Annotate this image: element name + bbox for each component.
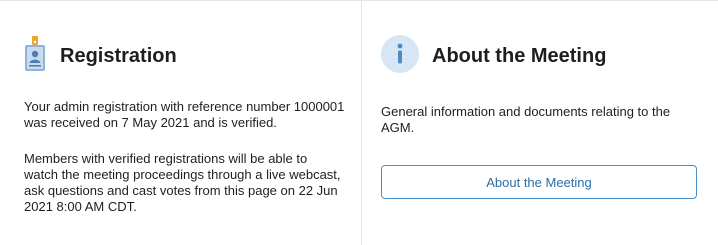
panel-divider	[361, 0, 362, 245]
about-meeting-header: About the Meeting	[381, 34, 607, 78]
id-badge-icon	[24, 35, 46, 77]
webcast-info-text: Members with verified registrations will…	[24, 151, 341, 214]
about-meeting-button[interactable]: About the Meeting	[381, 165, 697, 199]
about-meeting-description: General information and documents relati…	[381, 104, 671, 135]
registration-header: Registration	[24, 35, 177, 77]
registration-status-text: Your admin registration with reference n…	[24, 99, 345, 130]
about-meeting-title: About the Meeting	[432, 44, 607, 67]
top-divider	[0, 0, 718, 1]
registration-title: Registration	[60, 44, 177, 67]
info-icon	[381, 34, 419, 78]
meeting-dashboard: Registration Your admin registration wit…	[0, 0, 718, 245]
